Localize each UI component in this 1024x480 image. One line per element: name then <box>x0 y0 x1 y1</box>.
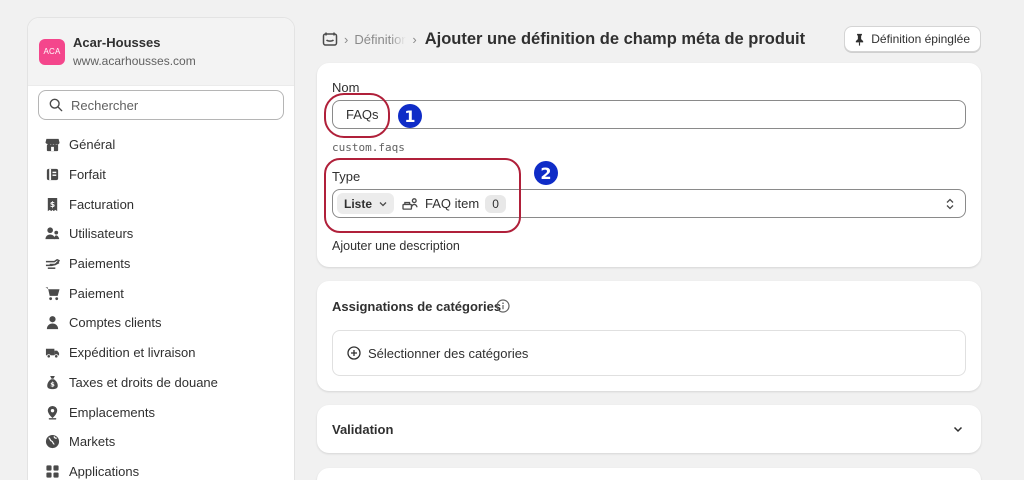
svg-text:$: $ <box>50 381 55 389</box>
pinned-definition-label: Définition épinglée <box>871 32 970 46</box>
annotation-badge-one: 1 <box>398 104 422 128</box>
annotation-ring-name <box>324 93 390 138</box>
validation-title: Validation <box>332 422 394 437</box>
sidebar-item-label: Emplacements <box>69 404 155 420</box>
page-title: Ajouter une définition de champ méta de … <box>424 29 806 48</box>
sidebar-item-label: Général <box>69 137 116 153</box>
store-icon <box>45 139 60 152</box>
store-name: Acar-Housses <box>73 35 161 50</box>
hand-money-icon <box>45 259 60 270</box>
sidebar-item-general[interactable]: Général <box>28 130 294 160</box>
namespace-key: custom.faqs <box>332 141 405 154</box>
sidebar-item-taxes[interactable]: $ Taxes et droits de douane <box>28 368 294 398</box>
svg-text:$: $ <box>50 200 55 209</box>
search-icon <box>49 98 63 112</box>
plus-circle-icon <box>347 346 361 360</box>
metafields-icon[interactable] <box>322 31 338 47</box>
sidebar-item-label: Expédition et livraison <box>69 345 196 361</box>
select-categories-button[interactable]: Sélectionner des catégories <box>332 330 966 376</box>
plan-icon <box>46 168 59 181</box>
sidebar-item-label: Paiements <box>69 256 131 272</box>
chevron-down-icon[interactable] <box>952 423 964 435</box>
sidebar-item-label: Taxes et droits de douane <box>69 374 218 390</box>
sidebar-item-customer-accounts[interactable]: Comptes clients <box>28 308 294 338</box>
store-url: www.acarhousses.com <box>73 54 196 68</box>
add-description-link[interactable]: Ajouter une description <box>332 239 460 253</box>
sidebar-item-label: Applications <box>69 463 140 479</box>
page-header: › Définitions › Ajouter une définition d… <box>317 26 981 52</box>
search-box[interactable] <box>38 90 284 120</box>
annotation-badge-two: 2 <box>534 161 558 185</box>
sidebar-item-users[interactable]: Utilisateurs <box>28 219 294 249</box>
cart-icon <box>45 287 60 300</box>
users-icon <box>45 227 60 240</box>
sidebar-item-shipping[interactable]: Expédition et livraison <box>28 338 294 368</box>
settings-nav: Général Forfait $ Facturation Utilisateu… <box>28 130 294 480</box>
sidebar-item-label: Paiement <box>69 285 124 301</box>
sidebar-item-locations[interactable]: Emplacements <box>28 397 294 427</box>
truck-icon <box>45 348 60 359</box>
info-icon[interactable] <box>496 299 510 313</box>
select-arrows-icon <box>946 198 954 210</box>
receipt-icon: $ <box>47 197 58 211</box>
sidebar-item-label: Facturation <box>69 196 135 212</box>
settings-sidebar: ACA Acar-Housses www.acarhousses.com Gén… <box>27 17 295 480</box>
sidebar-item-label: Forfait <box>69 167 106 183</box>
globe-icon <box>45 435 60 449</box>
person-icon <box>46 316 59 330</box>
sidebar-item-billing[interactable]: $ Facturation <box>28 189 294 219</box>
store-logo: ACA <box>39 38 65 65</box>
select-categories-label: Sélectionner des catégories <box>368 345 529 361</box>
sidebar-item-markets[interactable]: Markets <box>28 427 294 457</box>
apps-icon <box>46 465 59 478</box>
breadcrumb-separator: › <box>344 31 349 47</box>
category-assignments-title: Assignations de catégories <box>332 299 502 314</box>
store-header[interactable]: ACA Acar-Housses www.acarhousses.com <box>28 18 294 86</box>
sidebar-item-label: Comptes clients <box>69 315 162 331</box>
sidebar-item-payments[interactable]: Paiements <box>28 249 294 279</box>
annotation-ring-type <box>324 158 521 233</box>
name-field[interactable] <box>332 100 966 129</box>
validation-card[interactable]: Validation <box>317 405 981 453</box>
next-section-card <box>317 468 981 480</box>
pinned-definition-button[interactable]: Définition épinglée <box>844 26 981 52</box>
breadcrumb-separator: › <box>412 31 417 47</box>
sidebar-item-plan[interactable]: Forfait <box>28 160 294 190</box>
location-pin-icon <box>47 405 58 420</box>
search-input[interactable] <box>71 97 271 113</box>
sidebar-item-label: Markets <box>69 434 116 450</box>
sidebar-item-label: Utilisateurs <box>69 226 134 242</box>
sidebar-item-checkout[interactable]: Paiement <box>28 278 294 308</box>
breadcrumb-link[interactable]: Définitions <box>354 32 406 47</box>
money-bag-icon: $ <box>47 375 58 389</box>
pin-icon <box>856 33 864 46</box>
sidebar-item-apps[interactable]: Applications <box>28 457 294 480</box>
category-assignments-card: Assignations de catégories Sélectionner … <box>317 281 981 391</box>
